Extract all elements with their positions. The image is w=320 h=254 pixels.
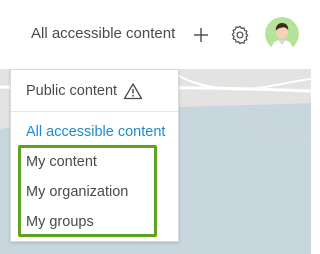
menu-item-label: Public content <box>26 83 118 99</box>
highlight-box <box>18 145 157 237</box>
content-scope-dropdown: Public content All accessible content My… <box>10 69 179 242</box>
gear-icon[interactable] <box>229 24 251 46</box>
menu-item-all-accessible-content[interactable]: All accessible content <box>26 123 165 141</box>
menu-divider <box>11 111 178 112</box>
menu-item-public-content[interactable]: Public content <box>26 82 143 100</box>
header-bar: All accessible content <box>0 0 311 69</box>
user-avatar[interactable] <box>265 17 299 51</box>
plus-icon[interactable] <box>192 26 210 44</box>
content-scope-selector[interactable]: All accessible content <box>31 24 175 44</box>
warning-icon <box>123 83 143 100</box>
